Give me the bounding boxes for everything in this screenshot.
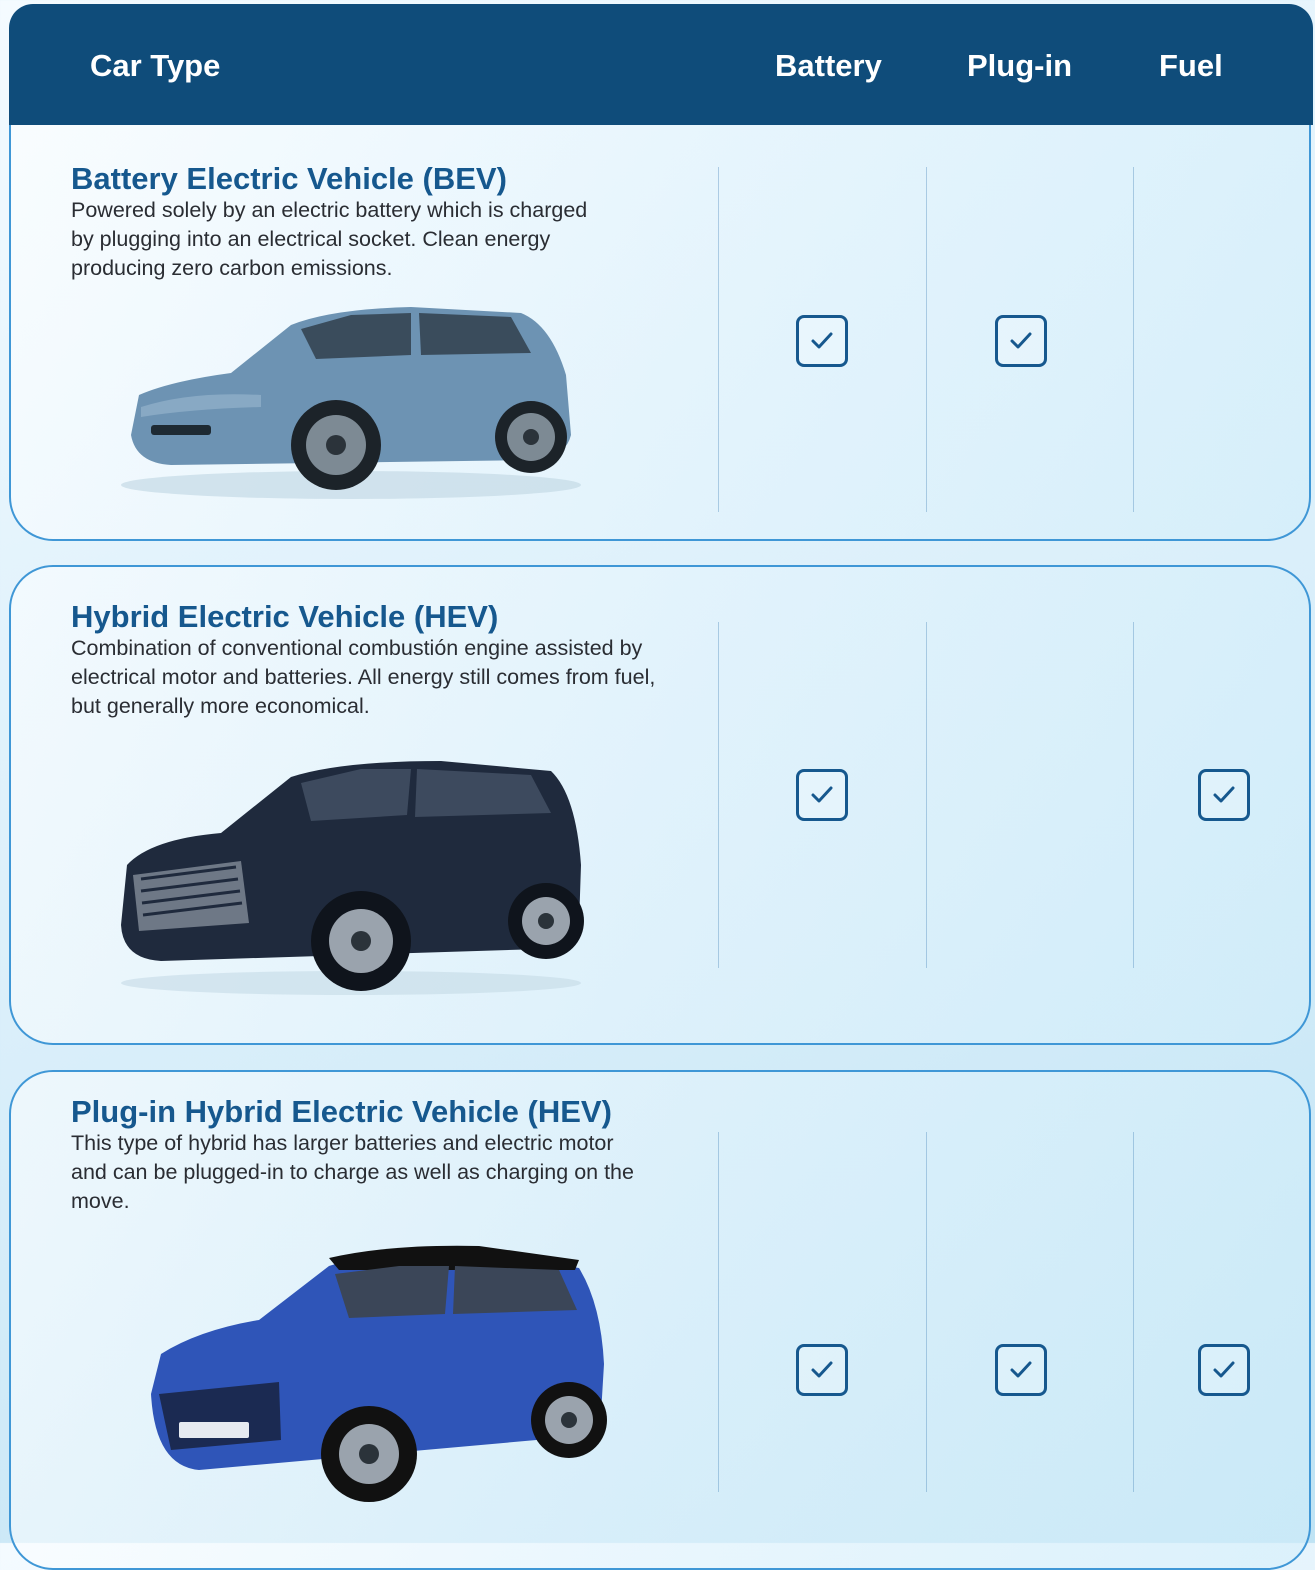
row-phev: Plug-in Hybrid Electric Vehicle (HEV) Th…	[9, 1070, 1311, 1570]
hev-car-image	[121, 761, 584, 995]
checkbox-checked-icon	[1010, 1361, 1032, 1378]
phev-plug-in-check	[995, 1344, 1047, 1396]
phev-car-image	[151, 1245, 607, 1502]
bev-plug-in-check	[995, 315, 1047, 367]
hev-battery-check	[796, 769, 848, 821]
row-description: Combination of conventional combustión e…	[71, 636, 656, 718]
row-title: Battery Electric Vehicle (BEV)	[71, 161, 507, 196]
row-description: Powered solely by an electric battery wh…	[71, 198, 588, 280]
column-divider	[718, 167, 719, 512]
hev-fuel-check	[1198, 769, 1250, 821]
row-hev: Hybrid Electric Vehicle (HEV) Combinatio…	[9, 565, 1311, 1045]
phev-battery-check	[796, 1344, 848, 1396]
row-title: Plug-in Hybrid Electric Vehicle (HEV)	[71, 1094, 612, 1129]
column-divider	[1133, 167, 1134, 512]
checkbox-checked-icon	[1010, 332, 1032, 349]
checkbox-checked-icon	[811, 1361, 833, 1378]
table-header: Car Type Battery Plug-in Fuel	[9, 4, 1313, 125]
column-divider	[718, 1132, 719, 1492]
checkbox-checked-icon	[811, 786, 833, 803]
column-divider	[926, 167, 927, 512]
checkbox-checked-icon	[811, 332, 833, 349]
column-divider	[1133, 622, 1134, 968]
row-description: This type of hybrid has larger batteries…	[71, 1131, 634, 1213]
checkbox-checked-icon	[1213, 1361, 1235, 1378]
column-divider	[926, 622, 927, 968]
row-title: Hybrid Electric Vehicle (HEV)	[71, 599, 499, 634]
bev-battery-check	[796, 315, 848, 367]
header-fuel: Fuel	[1159, 48, 1223, 83]
header-plug-in: Plug-in	[967, 48, 1073, 83]
header-car-type: Car Type	[90, 48, 221, 83]
phev-fuel-check	[1198, 1344, 1250, 1396]
column-divider	[718, 622, 719, 968]
checkbox-checked-icon	[1213, 786, 1235, 803]
bev-car-image	[121, 307, 581, 499]
column-divider	[1133, 1132, 1134, 1492]
header-battery: Battery	[775, 48, 882, 83]
column-divider	[926, 1132, 927, 1492]
row-bev: Battery Electric Vehicle (BEV) Powered s…	[9, 125, 1311, 541]
